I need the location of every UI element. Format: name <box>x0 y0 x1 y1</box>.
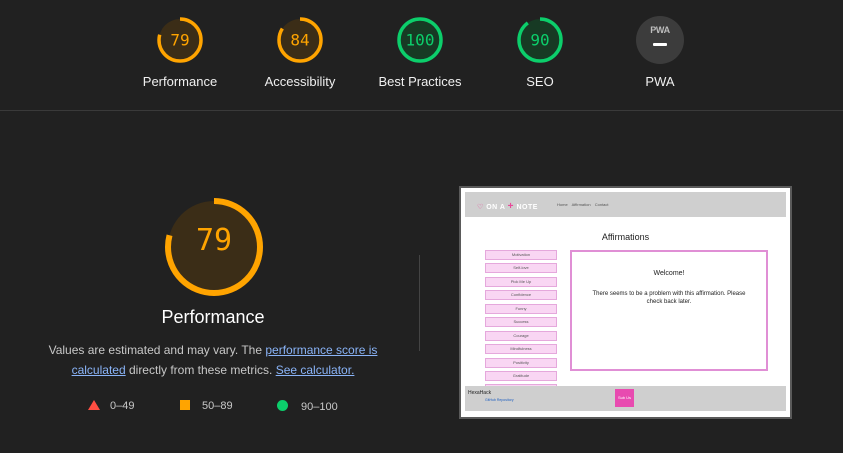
accessibility-label: Accessibility <box>264 74 336 89</box>
thumbnail-category-button: Funny <box>485 303 557 314</box>
footer-name: HexaHack <box>468 390 492 396</box>
metrics-description: Values are estimated and may vary. The p… <box>40 340 386 380</box>
seo-score: 90 <box>530 31 549 50</box>
legend-fail-range: 0–49 <box>110 400 135 412</box>
performance-label: Performance <box>142 74 218 89</box>
pwa-dash-icon <box>653 43 667 46</box>
average-square-icon <box>180 400 190 410</box>
legend-average: 50–89 <box>180 400 233 412</box>
seo-gauge[interactable]: 90 SEO <box>480 16 600 89</box>
logo-text-left: ON A <box>486 204 506 211</box>
legend-fail: 0–49 <box>88 400 134 412</box>
performance-score: 79 <box>170 31 189 50</box>
thumbnail-affirmation-card: Welcome! There seems to be a problem wit… <box>570 250 768 371</box>
performance-gauge-ring: 79 <box>157 17 203 63</box>
footer-subscribe-button: Sub Us <box>615 389 634 407</box>
accessibility-score: 84 <box>290 31 309 50</box>
best-practices-label: Best Practices <box>378 74 462 89</box>
section-divider <box>419 255 420 351</box>
main-performance-title: Performance <box>161 307 265 327</box>
thumbnail-navbar: ♡ ON A + NOTE Home Affirmation Contact <box>465 192 786 217</box>
accessibility-gauge-ring: 84 <box>277 17 323 63</box>
thumbnail-footer: HexaHack GitHub Repository Sub Us <box>465 386 786 411</box>
thumbnail-category-button: Courage <box>485 330 557 341</box>
thumbnail-category-button: Pick Me Up <box>485 276 557 287</box>
description-text-2: directly from these metrics. <box>125 363 276 377</box>
final-screenshot-thumbnail[interactable]: ♡ ON A + NOTE Home Affirmation Contact A… <box>459 186 792 419</box>
thumbnail-category-button: Mindfulness <box>485 344 557 355</box>
pwa-label: PWA <box>645 74 675 89</box>
card-title: Welcome! <box>653 270 685 277</box>
thumbnail-category-button: Confidence <box>485 290 557 301</box>
best-practices-gauge[interactable]: 100 Best Practices <box>360 16 480 89</box>
pass-circle-icon <box>277 400 288 411</box>
category-summary-bar: 79 Performance 84 Accessibility 100 Best… <box>0 0 843 111</box>
contact-link: Contact <box>594 202 609 207</box>
performance-gauge[interactable]: 79 Performance <box>120 16 240 89</box>
thumbnail-category-button: Self-love <box>485 263 557 274</box>
thumbnail-category-button: Positivity <box>485 357 557 368</box>
thumbnail-category-button: Motivation <box>485 250 557 260</box>
heart-icon: ♡ <box>477 204 484 211</box>
thumbnail-nav-links: Home Affirmation Contact <box>557 202 612 207</box>
thumbnail-logo: ♡ ON A + NOTE <box>477 201 538 212</box>
pwa-badge-text: PWA <box>650 25 670 35</box>
thumbnail-category-button: Gratitude <box>485 370 557 381</box>
home-link: Home <box>557 202 568 207</box>
legend-pass-range: 90–100 <box>301 401 338 413</box>
best-practices-gauge-ring: 100 <box>397 17 443 63</box>
seo-gauge-ring: 90 <box>517 17 563 63</box>
card-message: There seems to be a problem with this af… <box>592 291 746 305</box>
main-performance-score: 79 <box>195 223 233 258</box>
best-practices-score: 100 <box>406 31 435 50</box>
performance-section: 79 Performance Values are estimated and … <box>0 111 843 453</box>
thumbnail-category-button: Success <box>485 317 557 328</box>
legend-pass: 90–100 <box>277 400 338 413</box>
thumbnail-page: ♡ ON A + NOTE Home Affirmation Contact A… <box>465 192 786 415</box>
seo-label: SEO <box>526 74 554 89</box>
thumbnail-category-buttons: Motivation Self-love Pick Me Up Confidence F… <box>485 250 557 398</box>
description-text-1: Values are estimated and may vary. The <box>48 343 266 357</box>
legend-average-range: 50–89 <box>202 400 233 412</box>
pwa-gauge[interactable]: PWA PWA <box>600 16 720 89</box>
logo-text-right: NOTE <box>516 204 538 211</box>
affirmation-link: Affirmation <box>571 202 591 207</box>
score-legend: 0–49 50–89 90–100 <box>88 400 368 416</box>
pwa-badge-icon: PWA <box>636 16 684 64</box>
fail-triangle-icon <box>88 400 100 410</box>
accessibility-gauge[interactable]: 84 Accessibility <box>240 16 360 89</box>
footer-repo-link: GitHub Repository <box>485 398 514 402</box>
thumbnail-heading: Affirmations <box>601 232 650 242</box>
calculator-link[interactable]: See calculator. <box>276 363 355 377</box>
plus-icon: + <box>507 201 515 212</box>
